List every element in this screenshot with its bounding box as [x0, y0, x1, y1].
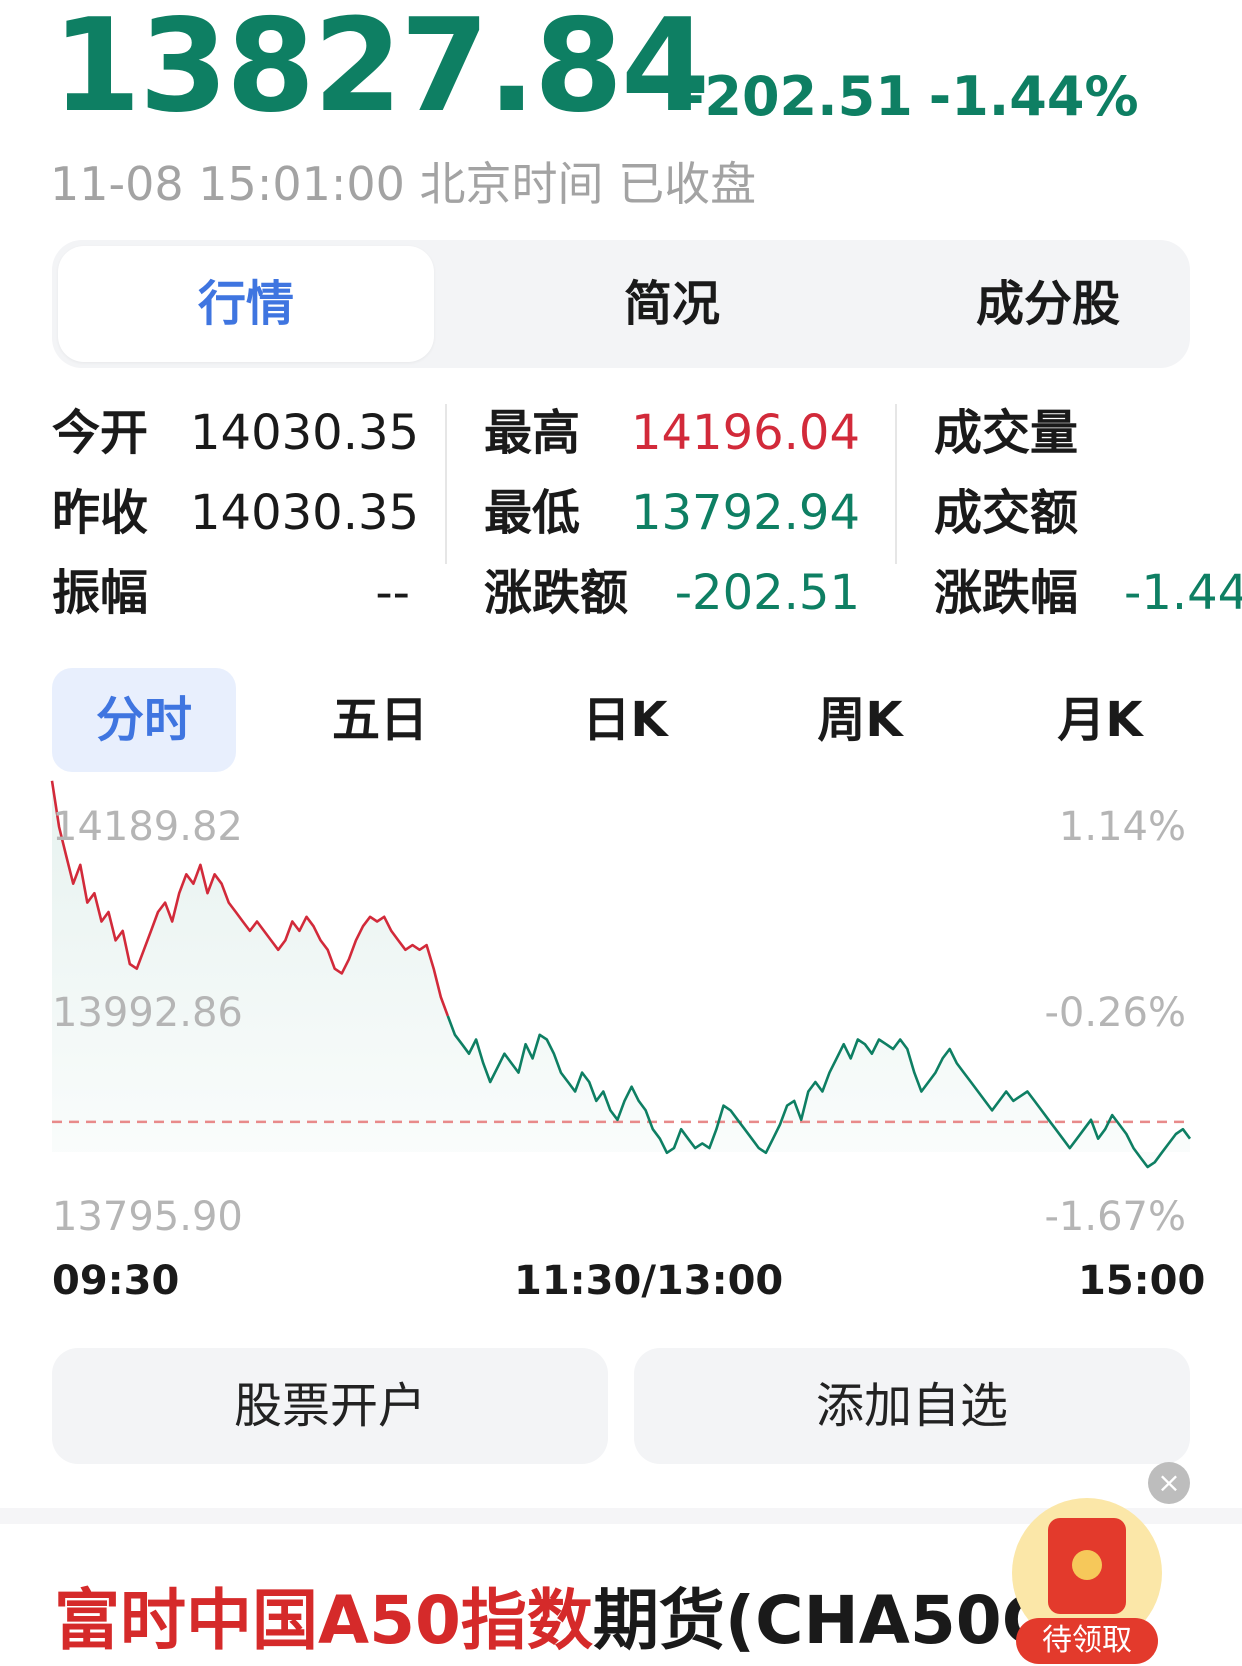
- index-price: 13827.84: [52, 0, 710, 141]
- red-packet-widget[interactable]: 待领取: [1012, 1498, 1162, 1664]
- x-tick-open: 09:30: [52, 1258, 180, 1304]
- y-tick-right-mid: -0.26%: [1044, 990, 1186, 1036]
- tab-overview[interactable]: 简况: [484, 240, 860, 368]
- y-tick-left-mid: 13992.86: [52, 990, 243, 1036]
- stats-divider: [895, 404, 897, 564]
- x-tick-close: 15:00: [1078, 1258, 1206, 1304]
- futures-title-red: 富时中国A50指数: [54, 1582, 593, 1659]
- period-tab-5day[interactable]: 五日: [300, 668, 460, 772]
- stats-divider: [445, 404, 447, 564]
- low-label: 最低: [484, 485, 581, 541]
- change-percent: -1.44%: [928, 65, 1139, 128]
- change-amount-value: -202.51: [674, 565, 860, 621]
- tab-constituents[interactable]: 成分股: [860, 240, 1236, 368]
- prev-close-value: 14030.35: [190, 485, 420, 541]
- change-amount: -202.51: [682, 65, 913, 128]
- open-account-button[interactable]: 股票开户: [52, 1348, 608, 1464]
- volume-label: 成交量: [934, 405, 1079, 461]
- period-tab-weekly-k[interactable]: 周K: [780, 668, 940, 772]
- y-tick-left-bottom: 13795.90: [52, 1194, 243, 1240]
- y-tick-right-top: 1.14%: [1058, 804, 1186, 850]
- x-tick-midday: 11:30/13:00: [514, 1258, 784, 1304]
- change-pct-label: 涨跌幅: [934, 565, 1079, 621]
- period-tab-intraday[interactable]: 分时: [52, 668, 236, 772]
- open-label: 今开: [52, 405, 149, 461]
- add-watchlist-button[interactable]: 添加自选: [634, 1348, 1190, 1464]
- price-change: -202.51 -1.44%: [682, 62, 1155, 132]
- y-tick-left-top: 14189.82: [52, 804, 243, 850]
- change-pct-value: -1.44: [1124, 565, 1242, 621]
- amplitude-label: 振幅: [52, 565, 149, 621]
- turnover-label: 成交额: [934, 485, 1079, 541]
- coin-seal-icon: [1072, 1550, 1102, 1580]
- y-tick-right-bottom: -1.67%: [1044, 1194, 1186, 1240]
- trade-time-status: 11-08 15:01:00 北京时间 已收盘: [50, 157, 757, 211]
- period-tab-daily-k[interactable]: 日K: [545, 668, 705, 772]
- high-label: 最高: [484, 405, 581, 461]
- prev-close-label: 昨收: [52, 485, 149, 541]
- open-value: 14030.35: [190, 405, 420, 461]
- related-futures-title[interactable]: 富时中国A50指数期货(CHA50CF: [54, 1576, 1095, 1666]
- period-tab-monthly-k[interactable]: 月K: [1020, 668, 1180, 772]
- section-tabs: 行情 简况 成分股: [52, 240, 1190, 368]
- close-icon[interactable]: ×: [1148, 1462, 1190, 1504]
- high-value: 14196.04: [630, 405, 860, 461]
- change-amount-label: 涨跌额: [484, 565, 629, 621]
- amplitude-value: --: [375, 565, 410, 621]
- red-packet-label: 待领取: [1016, 1618, 1158, 1664]
- tab-quotes[interactable]: 行情: [58, 246, 434, 362]
- low-value: 13792.94: [630, 485, 860, 541]
